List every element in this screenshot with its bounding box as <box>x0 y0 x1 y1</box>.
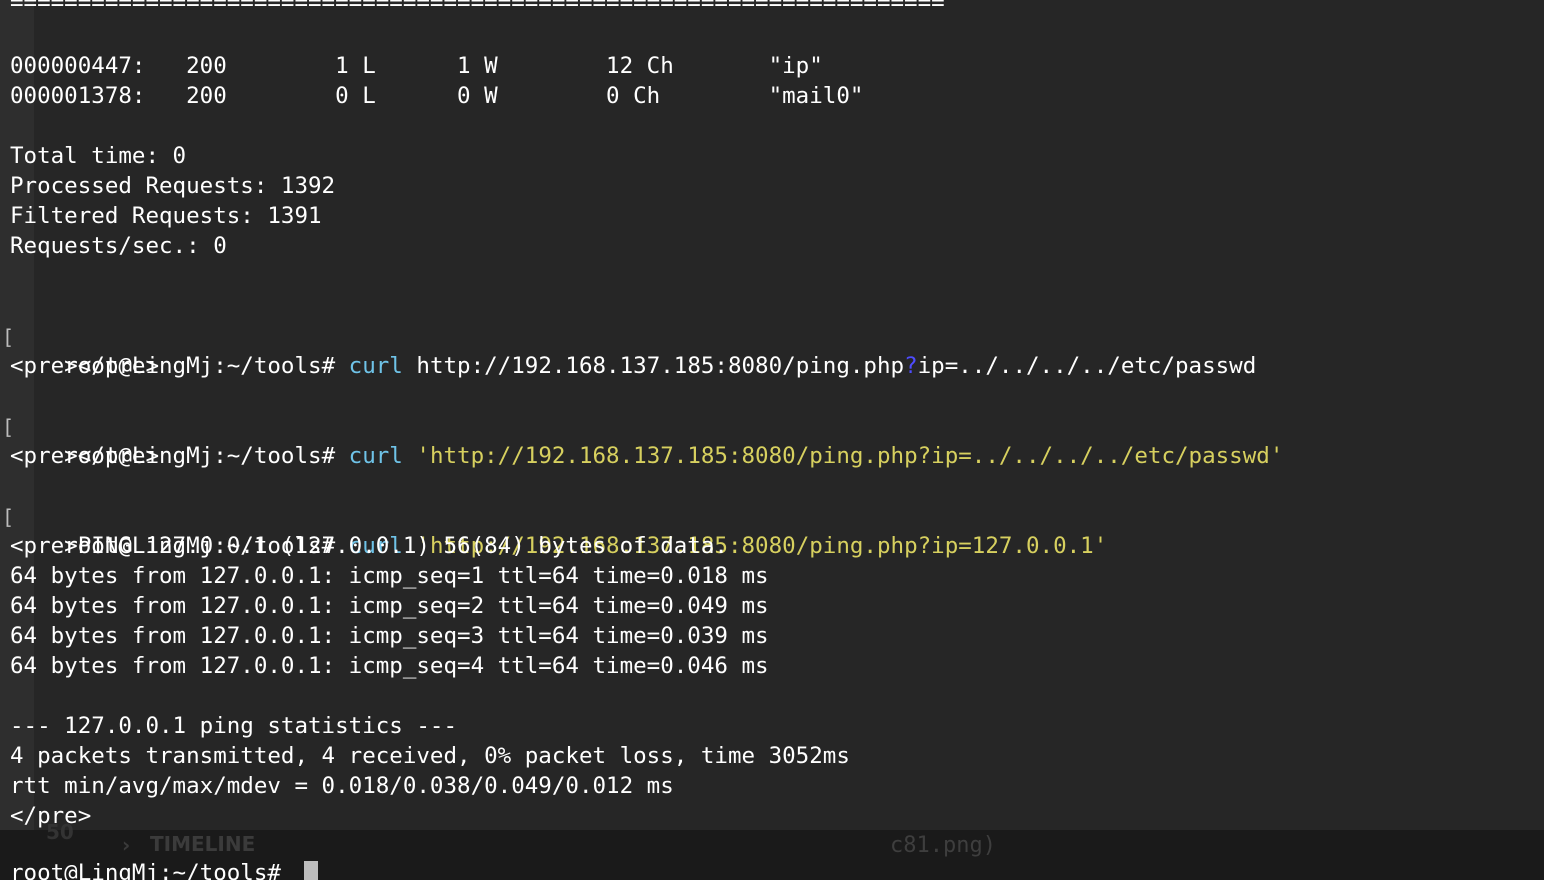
summary-rate: Requests/sec.: 0 <box>10 233 227 259</box>
command-url: 'http://192.168.137.185:8080/ping.php?ip… <box>416 443 1284 469</box>
curl-command: curl <box>348 443 403 469</box>
summary-total-time: Total time: 0 <box>10 143 187 169</box>
separator-line: ========================================… <box>10 0 945 16</box>
final-prompt: root@LingMj:~/tools# <box>10 860 295 880</box>
ping-output-line: 4 packets transmitted, 4 received, 0% pa… <box>10 743 850 769</box>
prompt-bracket: [ <box>2 325 15 349</box>
command-line: [root@LingMj:~/tools# curl 'http://192.1… <box>2 501 1107 559</box>
chevron-right-icon: › <box>122 833 131 857</box>
command-query: ip=../../../../etc/passwd <box>917 353 1257 379</box>
summary-filtered: Filtered Requests: 1391 <box>10 203 322 229</box>
ping-output-line: 64 bytes from 127.0.0.1: icmp_seq=1 ttl=… <box>10 563 769 589</box>
command-output: <pre></pre> <box>10 443 160 469</box>
ping-output-line: rtt min/avg/max/mdev = 0.018/0.038/0.049… <box>10 773 674 799</box>
background-file-name: c81.png) <box>890 833 996 858</box>
command-url: http://192.168.137.185:8080/ping.php <box>416 353 905 379</box>
command-line: [root@LingMj:~/tools# curl http://192.16… <box>2 321 1256 379</box>
summary-processed: Processed Requests: 1392 <box>10 173 336 199</box>
command-output: <pre></pre> <box>10 353 160 379</box>
ping-output-line: 64 bytes from 127.0.0.1: icmp_seq=4 ttl=… <box>10 653 769 679</box>
result-row: 000000447: 200 1 L 1 W 12 Ch "ip" <box>10 53 823 79</box>
curl-command: curl <box>348 353 403 379</box>
ping-output-line: 64 bytes from 127.0.0.1: icmp_seq=2 ttl=… <box>10 593 769 619</box>
ping-output-line: --- 127.0.0.1 ping statistics --- <box>10 713 458 739</box>
prompt-bracket: [ <box>2 505 15 529</box>
background-number: 50 <box>46 820 74 844</box>
ping-output-line: 64 bytes from 127.0.0.1: icmp_seq=3 ttl=… <box>10 623 769 649</box>
terminal-cursor[interactable] <box>304 861 318 880</box>
ping-output-line: <pre>PING 127.0.0.1 (127.0.0.1) 56(84) b… <box>10 533 728 559</box>
result-row: 000001378: 200 0 L 0 W 0 Ch "mail0" <box>10 83 864 109</box>
timeline-label[interactable]: TIMELINE <box>150 832 255 856</box>
prompt-bracket: [ <box>2 415 15 439</box>
query-mark: ? <box>904 353 918 379</box>
command-line: [root@LingMj:~/tools# curl 'http://192.1… <box>2 411 1283 469</box>
